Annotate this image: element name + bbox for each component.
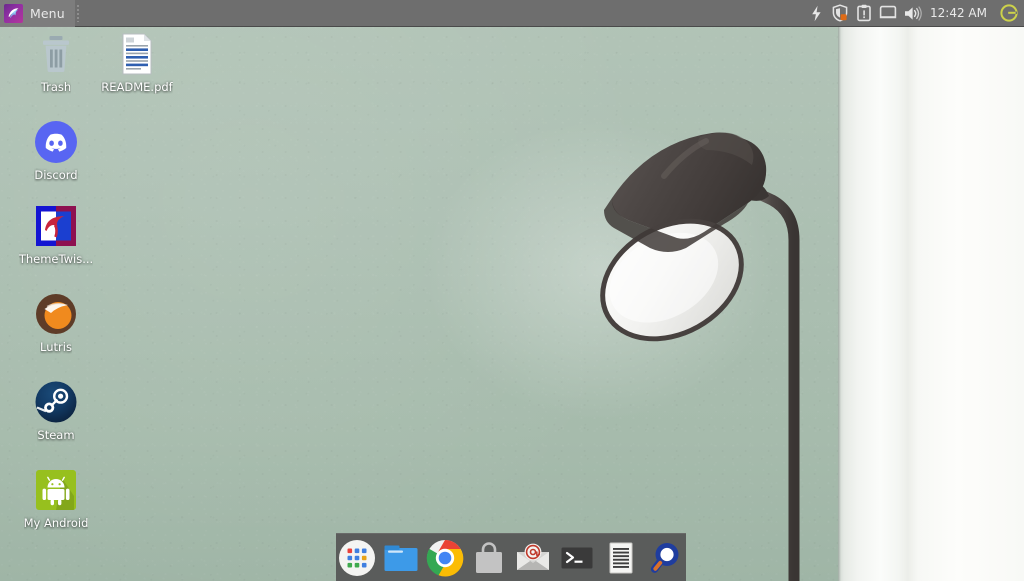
display-screen-icon[interactable]: [876, 0, 900, 27]
shield-firewall-icon[interactable]: [828, 0, 852, 27]
system-tray: 12:42 AM: [804, 0, 1024, 27]
desktop-icon-trash[interactable]: Trash: [14, 32, 98, 94]
text-editor-icon[interactable]: [600, 537, 642, 579]
desktop-icon-steam[interactable]: Steam: [14, 380, 98, 442]
android-icon: [34, 468, 78, 512]
clock[interactable]: 12:42 AM: [924, 6, 996, 20]
desktop-icon-label: Trash: [40, 80, 72, 94]
desktop-icon-lutris[interactable]: Lutris: [14, 292, 98, 354]
google-chrome-icon[interactable]: [424, 537, 466, 579]
lutris-icon: [34, 292, 78, 336]
bottom-dock: [336, 533, 686, 581]
desktop-icon-label: Steam: [37, 428, 75, 442]
files-folder-icon[interactable]: [380, 537, 422, 579]
software-store-bag-icon[interactable]: [468, 537, 510, 579]
desktop-icon-area: Trash README.pdf Discord ThemeTwis... Lu…: [0, 27, 838, 581]
desktop-icon-label: Lutris: [40, 340, 72, 354]
power-bolt-icon[interactable]: [804, 0, 828, 27]
mint-menu-logo-icon: [4, 3, 23, 23]
wallpaper-white-wall: [838, 0, 1024, 581]
pdf-document-icon: [115, 32, 159, 76]
trash-icon: [34, 32, 78, 76]
desktop-screen: Menu 12:42 AM Trash README.pdf Discord T…: [0, 0, 1024, 581]
top-panel: Menu 12:42 AM: [0, 0, 1024, 27]
search-magnifier-icon[interactable]: [644, 537, 686, 579]
panel-separator-handle[interactable]: [76, 4, 79, 22]
desktop-icon-label: Discord: [34, 168, 78, 182]
themetwister-icon: [34, 204, 78, 248]
volume-speaker-icon[interactable]: [900, 0, 924, 27]
mail-envelope-icon[interactable]: [512, 537, 554, 579]
desktop-icon-label: My Android: [23, 516, 89, 530]
menu-button-label: Menu: [30, 5, 65, 21]
desktop-icon-readme-pdf[interactable]: README.pdf: [95, 32, 179, 94]
desktop-icon-themetwister[interactable]: ThemeTwis...: [14, 204, 98, 266]
terminal-icon[interactable]: [556, 537, 598, 579]
discord-icon: [34, 120, 78, 164]
session-power-icon[interactable]: [996, 0, 1022, 27]
desktop-icon-label: ThemeTwis...: [18, 252, 94, 266]
desktop-icon-label: README.pdf: [101, 80, 173, 94]
menu-button[interactable]: Menu: [0, 0, 75, 27]
steam-icon: [34, 380, 78, 424]
desktop-icon-discord[interactable]: Discord: [14, 120, 98, 182]
app-grid-launcher-icon[interactable]: [336, 537, 378, 579]
update-manager-clipboard-icon[interactable]: [852, 0, 876, 27]
desktop-icon-my-android[interactable]: My Android: [14, 468, 98, 530]
